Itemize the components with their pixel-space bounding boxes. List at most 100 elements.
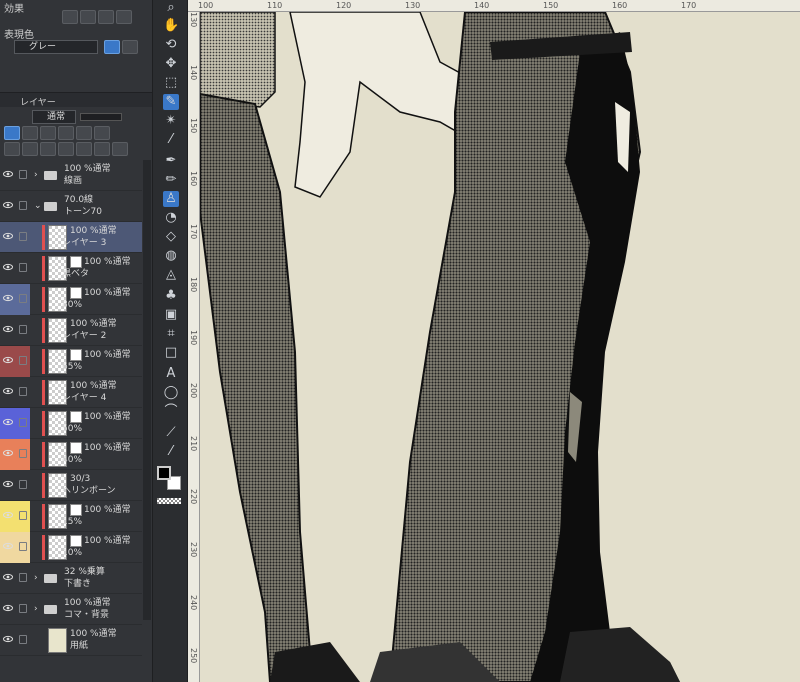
expression-color-select[interactable]: グレー [14,40,98,54]
eye-icon[interactable] [3,324,13,334]
layer-row[interactable]: › 100 %通常 コマ・背景 [0,594,142,625]
lock-icon[interactable] [19,542,27,551]
transparent-color-swatch[interactable] [157,498,181,504]
layer-row[interactable]: 100 %通常 用紙 [0,625,142,656]
eye-icon[interactable] [3,603,13,613]
effect-btn-3[interactable] [98,10,114,24]
layer-scrollbar[interactable] [143,160,151,620]
layer-tool-2[interactable] [22,126,38,140]
opacity-slider[interactable] [80,113,122,121]
dropper-icon[interactable]: ⁄ [163,444,179,460]
eye-icon[interactable] [3,262,13,272]
layer-tool-6[interactable] [94,126,110,140]
layer-tool-9[interactable] [40,142,56,156]
pen-select-icon[interactable]: ✎ [163,94,179,110]
figure-icon[interactable]: ⌗ [163,326,179,342]
layer-tool-1[interactable] [4,126,20,140]
eyedropper-icon[interactable]: ⁄ [163,132,179,148]
sparkle-icon[interactable]: ✴ [163,113,179,129]
pencil-icon[interactable]: ✏ [163,172,179,188]
lock-icon[interactable] [19,387,27,396]
move-icon[interactable]: ✥ [163,56,179,72]
eye-icon[interactable] [3,417,13,427]
layer-tool-10[interactable] [58,142,74,156]
lock-icon[interactable] [19,449,27,458]
layer-row[interactable]: › 100 %通常 線画 [0,160,142,191]
layer-row[interactable]: 100 %通常 レイヤー 2 [0,315,142,346]
lock-icon[interactable] [19,325,27,334]
airbrush-icon[interactable]: ◔ [163,210,179,226]
stamp-icon[interactable]: ♣ [163,288,179,304]
blend-mode-select[interactable]: 通常 [32,110,76,124]
layer-tab-label[interactable]: レイヤー [20,95,56,108]
lock-icon[interactable] [19,232,27,241]
layer-row[interactable]: 100 %通常 レイヤー 4 [0,377,142,408]
layer-row[interactable]: 100 %通常 40% [0,439,142,470]
eye-icon[interactable] [3,572,13,582]
layer-tool-4[interactable] [58,126,74,140]
layer-row[interactable]: 100 %通常 10% [0,532,142,563]
layer-row[interactable]: ⌄ 70.0線 トーン70 [0,191,142,222]
layer-row[interactable]: 100 %通常 15% [0,501,142,532]
layer-tool-7[interactable] [4,142,20,156]
layer-tool-5[interactable] [76,126,92,140]
lock-icon[interactable] [19,604,27,613]
lock-icon[interactable] [19,263,27,272]
layer-tool-11[interactable] [76,142,92,156]
lock-icon[interactable] [19,294,27,303]
eye-icon[interactable] [3,479,13,489]
line-icon[interactable]: ⌒ [163,404,179,420]
eye-icon[interactable] [3,510,13,520]
chevron-icon[interactable]: › [34,604,38,614]
lock-icon[interactable] [19,635,27,644]
lock-icon[interactable] [19,573,27,582]
lock-icon[interactable] [19,201,27,210]
eye-icon[interactable] [3,386,13,396]
eye-icon[interactable] [3,355,13,365]
eye-icon[interactable] [3,231,13,241]
layer-row[interactable]: 100 %通常 レイヤー 3 [0,222,142,253]
eye-icon[interactable] [3,169,13,179]
eye-icon[interactable] [3,448,13,458]
frame-icon[interactable]: □ [163,345,179,361]
canvas[interactable] [200,12,800,682]
eye-icon[interactable] [3,200,13,210]
chevron-icon[interactable]: › [34,170,38,180]
lock-icon[interactable] [19,170,27,179]
delete-layer-button[interactable] [112,142,128,156]
eye-icon[interactable] [3,634,13,644]
rotate-icon[interactable]: ⟲ [163,37,179,53]
lock-icon[interactable] [19,480,27,489]
effect-btn-2[interactable] [80,10,96,24]
blend-icon[interactable]: ◍ [163,248,179,264]
lock-icon[interactable] [19,511,27,520]
chevron-icon[interactable]: ⌄ [34,201,42,211]
zoom-icon[interactable]: ⌕ [163,0,179,16]
layer-tool-3[interactable] [40,126,56,140]
color-white-button[interactable] [122,40,138,54]
main-color-swatch[interactable] [157,466,171,480]
correct-line-icon[interactable]: ⟋ [163,425,179,441]
layer-tool-12[interactable] [94,142,110,156]
fill-icon[interactable]: ◬ [163,267,179,283]
effect-btn-1[interactable] [62,10,78,24]
layer-row[interactable]: 100 %通常 65% [0,346,142,377]
layer-tool-8[interactable] [22,142,38,156]
color-black-button[interactable] [104,40,120,54]
effect-btn-4[interactable] [116,10,132,24]
layer-row[interactable]: 100 %通常 黒ベタ [0,253,142,284]
text-icon[interactable]: A [163,366,179,382]
pen-icon[interactable]: ✒ [163,153,179,169]
balloon-icon[interactable]: ◯ [163,385,179,401]
layer-row[interactable]: 100 %通常 50% [0,408,142,439]
eye-icon[interactable] [3,293,13,303]
brush-icon[interactable]: ♙ [163,191,179,207]
lock-icon[interactable] [19,356,27,365]
layer-row[interactable]: › 32 %乗算 下書き [0,563,142,594]
lock-icon[interactable] [19,418,27,427]
layer-row[interactable]: 30/3 ヘリンボーン [0,470,142,501]
eye-icon[interactable] [3,541,13,551]
eraser-icon[interactable]: ◇ [163,229,179,245]
layer-row[interactable]: 100 %通常 80% [0,284,142,315]
selection-icon[interactable]: ⬚ [163,75,179,91]
